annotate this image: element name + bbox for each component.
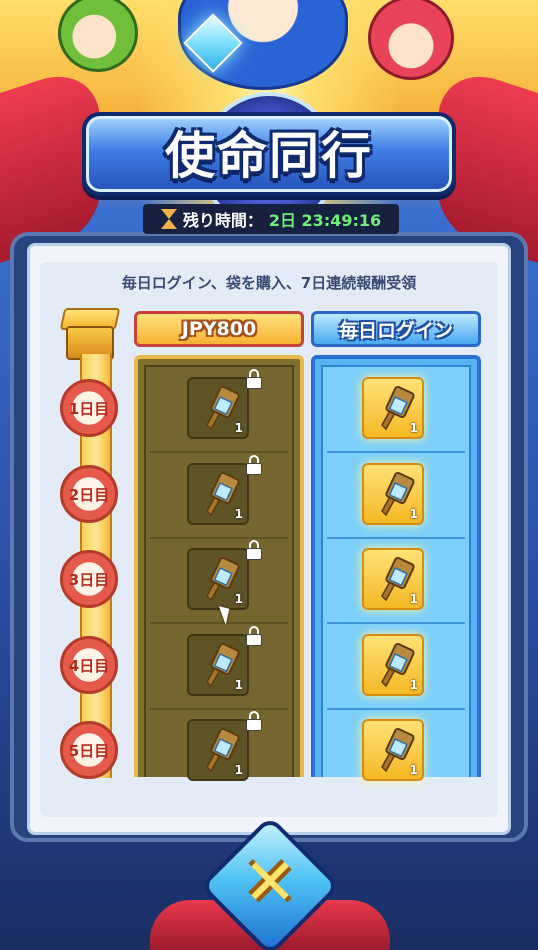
gift-box-icon[interactable]: [58, 308, 122, 360]
free-reward-item[interactable]: 1: [362, 548, 424, 610]
row-divider: [150, 622, 288, 624]
green-character: [58, 0, 138, 72]
event-title: 使命同行: [165, 127, 373, 185]
row-divider: [150, 537, 288, 539]
paid-column-header[interactable]: JPY800: [134, 311, 304, 347]
free-reward-quantity: 1: [409, 763, 418, 777]
free-reward-quantity: 1: [409, 678, 418, 692]
day-badge: 4日目: [60, 636, 118, 694]
paid-reward-item[interactable]: 1: [187, 719, 249, 781]
free-reward-item[interactable]: 1: [362, 463, 424, 525]
free-reward-item[interactable]: 1: [362, 377, 424, 439]
lock-icon: [246, 369, 262, 389]
paid-reward-quantity: 1: [234, 763, 243, 777]
day-badge: 5日目: [60, 721, 118, 779]
free-reward-quantity: 1: [409, 421, 418, 435]
game-screen: 使命同行 残り時間： 2日 23:49:16 毎日ログイン、袋を購入、7日連続報…: [0, 0, 538, 950]
row-divider: [327, 708, 465, 710]
timer-value: 2日 23:49:16: [268, 211, 382, 230]
row-divider: [327, 451, 465, 453]
timer-label: 残り時間：: [182, 211, 263, 230]
event-description: 毎日ログイン、袋を購入、7日連続報酬受領: [121, 274, 417, 292]
x-emblem-icon: ✕: [199, 815, 341, 950]
row-divider: [327, 622, 465, 624]
countdown-timer: 残り時間： 2日 23:49:16: [143, 204, 399, 234]
free-reward-item[interactable]: 1: [362, 634, 424, 696]
row-divider: [150, 708, 288, 710]
lock-icon: [246, 455, 262, 475]
hourglass-icon: [160, 209, 177, 229]
paid-reward-quantity: 1: [234, 592, 243, 606]
day-badge: 1日目: [60, 379, 118, 437]
free-reward-quantity: 1: [409, 507, 418, 521]
free-column-header: 毎日ログイン: [311, 311, 481, 347]
lock-icon: [246, 711, 262, 731]
red-character: [368, 0, 454, 80]
paid-reward-item[interactable]: 1: [187, 634, 249, 696]
paid-reward-quantity: 1: [234, 507, 243, 521]
day-badge: 2日目: [60, 465, 118, 523]
row-divider: [150, 451, 288, 453]
day-badge: 3日目: [60, 550, 118, 608]
paid-reward-item[interactable]: 1: [187, 463, 249, 525]
paid-reward-quantity: 1: [234, 421, 243, 435]
row-divider: [327, 537, 465, 539]
lock-icon: [246, 626, 262, 646]
paid-reward-item[interactable]: 1: [187, 377, 249, 439]
free-reward-item[interactable]: 1: [362, 719, 424, 781]
free-reward-quantity: 1: [409, 592, 418, 606]
paid-reward-item[interactable]: 1: [187, 548, 249, 610]
lock-icon: [246, 540, 262, 560]
paid-reward-quantity: 1: [234, 678, 243, 692]
